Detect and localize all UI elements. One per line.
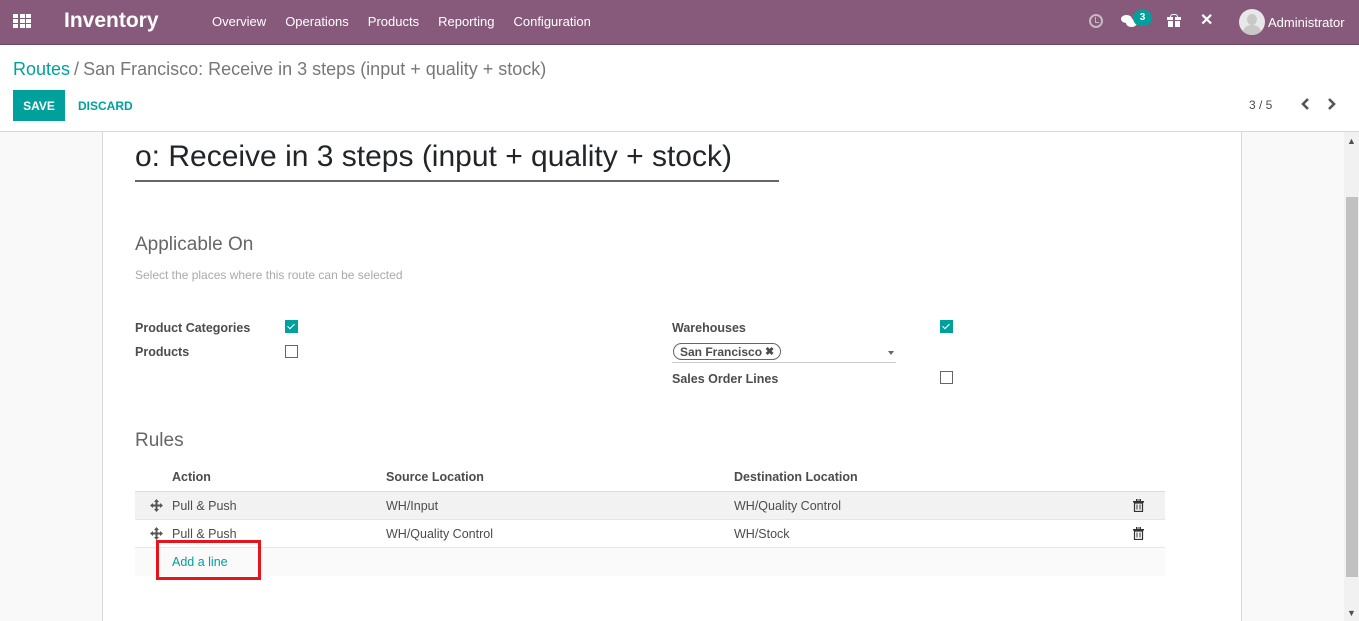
user-name[interactable]: Administrator xyxy=(1268,15,1345,30)
avatar[interactable] xyxy=(1239,9,1265,35)
remove-tag-icon[interactable]: ✖ xyxy=(765,345,774,359)
warehouses-checkbox[interactable] xyxy=(940,320,953,333)
menu-item-operations[interactable]: Operations xyxy=(285,14,349,29)
discard-button[interactable]: DISCARD xyxy=(72,90,139,121)
breadcrumb: Routes / San Francisco: Receive in 3 steps… xyxy=(13,59,546,80)
clock-icon[interactable] xyxy=(1089,14,1103,28)
rule-action: Pull & Push xyxy=(172,499,237,513)
trash-icon[interactable] xyxy=(1133,527,1144,540)
warehouses-label: Warehouses xyxy=(672,321,746,335)
menu-item-overview[interactable]: Overview xyxy=(212,14,266,29)
warehouse-tag-label: San Francisco xyxy=(680,344,763,359)
breadcrumb-routes-link[interactable]: Routes xyxy=(13,59,70,79)
trash-icon[interactable] xyxy=(1133,499,1144,512)
add-line-row: Add a line xyxy=(135,548,1165,576)
rule-action: Pull & Push xyxy=(172,527,237,541)
tools-icon[interactable]: ✕ xyxy=(1200,13,1213,29)
sales-order-lines-label: Sales Order Lines xyxy=(672,372,779,386)
applicable-on-subtitle: Select the places where this route can b… xyxy=(135,268,403,282)
caret-down-icon[interactable] xyxy=(888,351,894,355)
route-name-value: o: Receive in 3 steps (input + quality +… xyxy=(135,140,732,173)
chevron-right-icon xyxy=(1328,98,1336,110)
menu-item-configuration[interactable]: Configuration xyxy=(513,14,590,29)
rule-destination-location: WH/Quality Control xyxy=(734,499,841,513)
product-categories-checkbox[interactable] xyxy=(285,320,298,333)
pager-value: 3 / 5 xyxy=(1249,98,1273,112)
app-name: Inventory xyxy=(64,9,159,32)
warehouses-tags-input[interactable]: San Francisco ✖ xyxy=(672,341,896,363)
chevron-left-icon xyxy=(1301,98,1309,110)
products-label: Products xyxy=(135,345,190,359)
warehouse-tag: San Francisco ✖ xyxy=(673,343,782,360)
table-row[interactable]: Pull & Push WH/Quality Control WH/Stock xyxy=(135,520,1165,548)
form-content: o: Receive in 3 steps (input + quality +… xyxy=(0,132,1344,621)
pager-previous-button[interactable] xyxy=(1297,95,1313,113)
gift-icon[interactable] xyxy=(1167,14,1181,27)
sales-order-lines-checkbox[interactable] xyxy=(940,371,953,384)
rule-destination-location: WH/Stock xyxy=(734,527,790,541)
vertical-scrollbar[interactable]: ▲ ▼ xyxy=(1344,132,1359,621)
apps-grid-icon[interactable] xyxy=(13,14,31,28)
product-categories-label: Product Categories xyxy=(135,321,251,335)
breadcrumb-separator: / xyxy=(74,59,80,79)
column-header-destination-location[interactable]: Destination Location xyxy=(734,470,858,484)
rule-source-location: WH/Input xyxy=(386,499,439,513)
drag-handle-icon[interactable] xyxy=(150,527,163,540)
breadcrumb-current: San Francisco: Receive in 3 steps (input… xyxy=(83,59,547,79)
add-a-line-link[interactable]: Add a line xyxy=(172,555,228,569)
column-header-source-location[interactable]: Source Location xyxy=(386,470,484,484)
drag-handle-icon[interactable] xyxy=(150,499,163,512)
control-panel: Routes / San Francisco: Receive in 3 steps… xyxy=(0,45,1359,132)
message-count-badge: 3 xyxy=(1133,10,1152,26)
form-sheet: o: Receive in 3 steps (input + quality +… xyxy=(102,132,1242,621)
main-menu: Overview Operations Products Reporting C… xyxy=(212,14,591,29)
menu-item-reporting[interactable]: Reporting xyxy=(438,14,494,29)
scrollbar-thumb[interactable] xyxy=(1346,197,1358,577)
column-header-action[interactable]: Action xyxy=(172,470,211,484)
rule-source-location: WH/Quality Control xyxy=(386,527,493,541)
route-name-input[interactable]: o: Receive in 3 steps (input + quality +… xyxy=(135,137,779,182)
save-button[interactable]: SAVE xyxy=(13,90,65,121)
scroll-up-arrow-icon[interactable]: ▲ xyxy=(1344,132,1359,149)
top-navbar: Inventory Overview Operations Products R… xyxy=(0,0,1359,45)
products-checkbox[interactable] xyxy=(285,345,298,358)
rules-table-header: Action Source Location Destination Locat… xyxy=(135,462,1165,492)
applicable-on-title: Applicable On xyxy=(135,234,254,255)
menu-item-products[interactable]: Products xyxy=(368,14,419,29)
pager-next-button[interactable] xyxy=(1324,95,1340,113)
rules-title: Rules xyxy=(135,430,184,451)
scroll-down-arrow-icon[interactable]: ▼ xyxy=(1344,604,1359,621)
rules-table: Action Source Location Destination Locat… xyxy=(135,462,1165,576)
table-row[interactable]: Pull & Push WH/Input WH/Quality Control xyxy=(135,492,1165,520)
